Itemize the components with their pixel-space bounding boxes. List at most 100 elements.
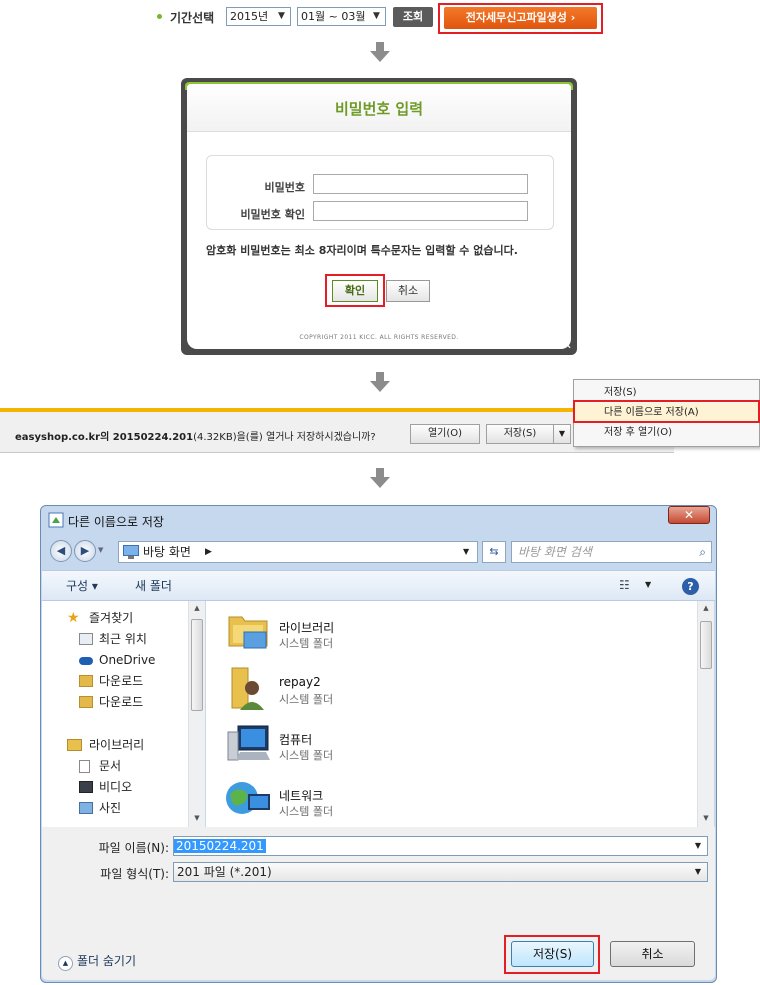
cancel-button[interactable]: 취소 [386, 280, 430, 302]
filename-label: 파일 이름(N): [98, 841, 169, 855]
down-arrow-icon [370, 42, 390, 62]
chevron-down-icon[interactable]: ▼ [691, 839, 705, 853]
cancel-button[interactable]: 취소 [610, 941, 695, 967]
search-input[interactable]: 바탕 화면 검색 ⌕ [511, 541, 712, 563]
nav-recent[interactable]: 최근 위치 [79, 629, 199, 650]
nav-scroll-thumb[interactable] [191, 619, 203, 711]
nav-onedrive[interactable]: OneDrive [79, 650, 199, 671]
file-scrollbar[interactable]: ▲ ▼ [697, 601, 714, 827]
filename-input[interactable]: 20150224.201 ▼ [173, 836, 708, 856]
star-icon: ★ [67, 610, 80, 626]
generate-file-button[interactable]: 전자세무신고파일생성 › [444, 7, 597, 29]
month-select[interactable]: 01월 ~ 03월 ▼ [297, 7, 386, 26]
new-folder-button[interactable]: 새 폴더 [135, 571, 172, 601]
address-text: 바탕 화면 [143, 545, 191, 559]
save-button[interactable]: 저장(S) [511, 941, 594, 967]
close-icon: ✕ [683, 508, 695, 522]
password-confirm-input[interactable] [313, 201, 528, 221]
bullet-icon [157, 14, 162, 19]
close-button[interactable]: ✕ [668, 506, 710, 524]
chevron-down-icon: ▼ [278, 11, 285, 21]
file-type: 시스템 폴더 [279, 749, 334, 762]
nav-documents[interactable]: 문서 [79, 756, 199, 777]
file-name[interactable]: repay2 [279, 675, 321, 689]
month-value: 01월 ~ 03월 [301, 10, 366, 23]
search-placeholder: 바탕 화면 검색 [518, 545, 592, 559]
refresh-icon: ⇆ [489, 545, 499, 558]
save-button[interactable]: 저장(S) [486, 424, 554, 444]
copyright-text: COPYRIGHT 2011 KICC. ALL RIGHTS RESERVED… [299, 334, 459, 341]
recent-places-icon [79, 633, 93, 645]
menu-item-save-and-open[interactable]: 저장 후 열기(O) [574, 423, 759, 443]
save-as-dialog: 다른 이름으로 저장 ✕ ◀ ▶ ▼ 바탕 화면 ▶ ▼ ⇆ 바탕 화면 검색 … [40, 505, 717, 983]
scroll-down-icon[interactable]: ▼ [698, 811, 714, 825]
file-scroll-thumb[interactable] [700, 621, 712, 669]
nav-videos[interactable]: 비디오 [79, 777, 199, 798]
nav-downloads-2[interactable]: 다운로드 [79, 692, 199, 713]
file-name[interactable]: 라이브러리 [279, 619, 334, 636]
password-dialog-body: 비밀번호 입력 비밀번호 비밀번호 확인 암호화 비밀번호는 최소 8자리이며 … [187, 84, 571, 349]
file-type: 시스템 폴더 [279, 693, 334, 706]
chevron-up-icon: ▲ [58, 956, 73, 971]
nav-pictures-label: 사진 [99, 801, 122, 815]
chevron-down-icon[interactable]: ▼ [691, 865, 705, 879]
file-type: 시스템 폴더 [279, 637, 334, 650]
nav-downloads-1[interactable]: 다운로드 [79, 671, 199, 692]
down-arrow-icon [370, 372, 390, 392]
password-confirm-label: 비밀번호 확인 [240, 208, 305, 221]
scroll-down-icon[interactable]: ▼ [189, 811, 205, 825]
password-input[interactable] [313, 174, 528, 194]
chevron-down-icon: ▼ [373, 11, 380, 21]
file-name[interactable]: 컴퓨터 [279, 731, 312, 748]
chevron-down-icon[interactable]: ▼ [645, 580, 651, 589]
save-options-area: 파일 이름(N): 20150224.201 ▼ 파일 형식(T): 201 파… [42, 827, 715, 980]
dialog-title: 비밀번호 입력 [334, 100, 424, 118]
navigation-pane: ★ 즐겨찾기 최근 위치 OneDrive 다운로드 다운로드 라이브러리 문서 [42, 601, 205, 827]
ok-button[interactable]: 확인 [332, 280, 378, 302]
nav-libraries[interactable]: 라이브러리 [67, 735, 197, 756]
scroll-up-icon[interactable]: ▲ [189, 601, 205, 615]
password-label: 비밀번호 [264, 181, 305, 194]
hide-folders-toggle[interactable]: ▲ 폴더 숨기기 [58, 952, 136, 971]
open-button[interactable]: 열기(O) [410, 424, 480, 444]
nav-favorites[interactable]: ★ 즐겨찾기 [67, 608, 187, 629]
computer-icon [227, 725, 270, 761]
filetype-value: 201 파일 (*.201) [177, 865, 272, 879]
search-button[interactable]: 조회 [393, 7, 433, 27]
back-arrow-icon: ◀ [56, 544, 66, 557]
period-label: 기간선택 [170, 11, 215, 25]
help-icon[interactable]: ? [682, 578, 699, 595]
scroll-up-icon[interactable]: ▲ [698, 601, 714, 615]
back-button[interactable]: ◀ [50, 540, 72, 562]
filetype-select[interactable]: 201 파일 (*.201) ▼ [173, 862, 708, 882]
search-icon: ⌕ [699, 545, 706, 559]
nav-scrollbar[interactable]: ▲ ▼ [188, 601, 205, 827]
history-dropdown-icon[interactable]: ▼ [98, 546, 103, 554]
film-icon [79, 781, 93, 793]
file-list: 라이브러리 시스템 폴더 repay2 시스템 폴더 컴퓨터 시스템 폴더 네트… [206, 601, 697, 827]
save-dropdown-button[interactable]: ▼ [553, 424, 571, 444]
filename-value: 20150224.201 [174, 839, 266, 853]
hide-folders-label: 폴더 숨기기 [77, 954, 137, 968]
download-message-file: easyshop.co.kr의 20150224.201 [15, 432, 194, 443]
year-select[interactable]: 2015년 ▼ [226, 7, 291, 26]
close-icon[interactable]: ✕ [559, 337, 575, 353]
year-value: 2015년 [230, 10, 269, 23]
file-name[interactable]: 네트워크 [279, 787, 323, 804]
address-bar[interactable]: 바탕 화면 ▶ ▼ [118, 541, 478, 563]
dialog-title: 다른 이름으로 저장 [68, 515, 164, 529]
nav-onedrive-label: OneDrive [99, 653, 156, 667]
organize-menu[interactable]: 구성 ▾ [66, 571, 98, 601]
password-dialog: 비밀번호 입력 비밀번호 비밀번호 확인 암호화 비밀번호는 최소 8자리이며 … [181, 78, 577, 355]
picture-icon [79, 802, 93, 814]
view-options-icon[interactable]: ☷ [619, 578, 635, 594]
command-toolbar: 구성 ▾ 새 폴더 ☷ ▼ ? [42, 570, 715, 601]
forward-button[interactable]: ▶ [74, 540, 96, 562]
nav-downloads-2-label: 다운로드 [99, 695, 144, 709]
nav-pictures[interactable]: 사진 [79, 798, 199, 819]
nav-favorites-label: 즐겨찾기 [89, 611, 134, 625]
refresh-button[interactable]: ⇆ [482, 541, 506, 563]
chevron-down-icon[interactable]: ▼ [463, 542, 469, 562]
network-icon [226, 782, 270, 814]
password-form: 비밀번호 비밀번호 확인 [206, 155, 554, 230]
